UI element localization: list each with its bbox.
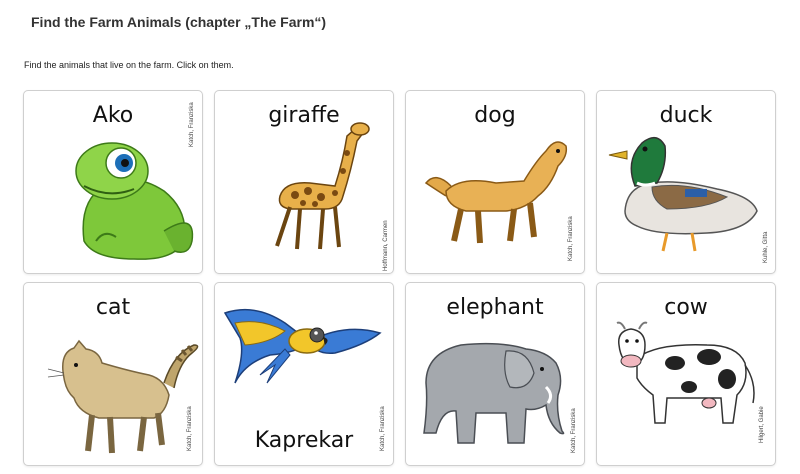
card-cat[interactable]: cat Katch, Franziska bbox=[23, 282, 203, 466]
card-duck[interactable]: duck Kuhle, Gitta bbox=[596, 90, 776, 274]
card-cow[interactable]: cow Hilgert, Gabie bbox=[596, 282, 776, 466]
card-label: Kaprekar bbox=[254, 428, 354, 453]
card-elephant[interactable]: elephant Katch, Franziska bbox=[405, 282, 585, 466]
image-credit: Katch, Franziska bbox=[571, 408, 577, 453]
image-credit: Kuhle, Gitta bbox=[763, 231, 769, 263]
cow-icon bbox=[616, 321, 755, 424]
image-credit: Hilgert, Gabie bbox=[759, 406, 765, 443]
instruction-text: Find the animals that live on the farm. … bbox=[24, 60, 234, 70]
card-ako[interactable]: Ako Katch, Franziska bbox=[23, 90, 203, 274]
image-credit: Katch, Franziska bbox=[189, 102, 195, 147]
image-credit: Hoffmann, Carmen bbox=[383, 220, 389, 271]
chameleon-icon bbox=[75, 142, 194, 260]
image-credit: Katch, Franziska bbox=[380, 406, 386, 451]
elephant-icon bbox=[423, 342, 565, 444]
card-giraffe[interactable]: giraffe Hoffmann, Carmen bbox=[214, 90, 394, 274]
cat-icon bbox=[47, 339, 199, 454]
image-credit: Katch, Franziska bbox=[187, 406, 193, 451]
dog-icon bbox=[424, 141, 568, 244]
duck-icon bbox=[608, 137, 758, 252]
image-credit: Katch, Franziska bbox=[568, 216, 574, 261]
giraffe-icon bbox=[275, 122, 370, 250]
card-dog[interactable]: dog Katch, Franziska bbox=[405, 90, 585, 274]
card-kaprekar[interactable]: Kaprekar Katch, Franziska bbox=[214, 282, 394, 466]
page-title: Find the Farm Animals (chapter „The Farm… bbox=[31, 14, 327, 30]
